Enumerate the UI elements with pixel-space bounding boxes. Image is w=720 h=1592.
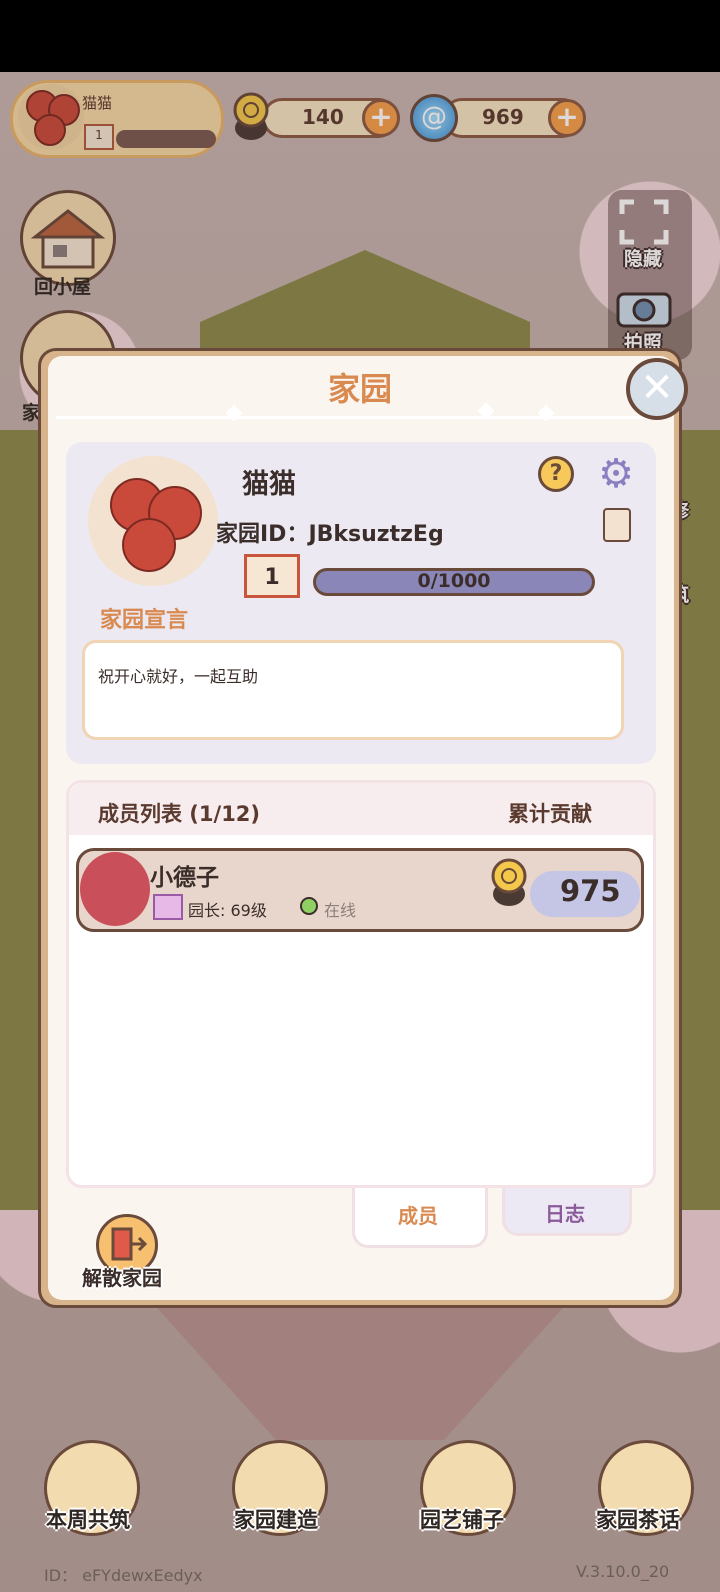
member-list-title: 成员列表 (1/12) <box>98 802 261 826</box>
garden-level: 1 <box>264 565 280 590</box>
help-icon[interactable]: ? <box>538 456 574 492</box>
copy-icon[interactable] <box>603 508 631 542</box>
garden-level-house-icon: 1 <box>244 554 300 598</box>
version-text: V.3.10.0_20 <box>576 1562 670 1581</box>
member-name: 小德子 <box>150 865 219 891</box>
player-id: ID： eFYdewxEedyx <box>44 1566 203 1585</box>
member-panel <box>66 780 656 1188</box>
tab-log-label: 日志 <box>545 1202 585 1226</box>
disband-label: 解散家园 <box>82 1266 162 1290</box>
member-status: 在线 <box>324 901 357 920</box>
snail-coin-icon <box>491 858 527 906</box>
declaration-text: 祝开心就好，一起互助 <box>98 667 259 686</box>
garden-chat-label: 家园茶话 <box>596 1508 680 1532</box>
garden-build-label: 家园建造 <box>234 1508 318 1532</box>
gardening-shop-label: 园艺铺子 <box>420 1508 504 1532</box>
garden-avatar <box>88 456 218 586</box>
status-bar <box>0 0 720 72</box>
member-role: 园长: 69级 <box>188 901 267 920</box>
declaration-label: 家园宣言 <box>100 608 189 633</box>
member-avatar <box>80 852 150 926</box>
garden-id: 家园ID：JBksuztzEg <box>216 522 444 547</box>
modal-title: 家园 <box>327 370 392 408</box>
title-divider <box>56 416 666 419</box>
close-button[interactable]: ✕ <box>626 358 688 420</box>
crown-icon <box>153 894 183 920</box>
weekly-build-label: 本周共筑 <box>46 1508 130 1532</box>
online-status-icon <box>300 897 318 915</box>
gear-icon[interactable]: ⚙ <box>596 454 636 494</box>
garden-name: 猫猫 <box>242 469 296 500</box>
tab-members-label: 成员 <box>398 1204 438 1228</box>
member-contribution: 975 <box>560 874 621 908</box>
contribution-title: 累计贡献 <box>508 802 592 826</box>
garden-exp-text: 0/1000 <box>417 570 491 592</box>
declaration-box[interactable] <box>82 640 624 740</box>
